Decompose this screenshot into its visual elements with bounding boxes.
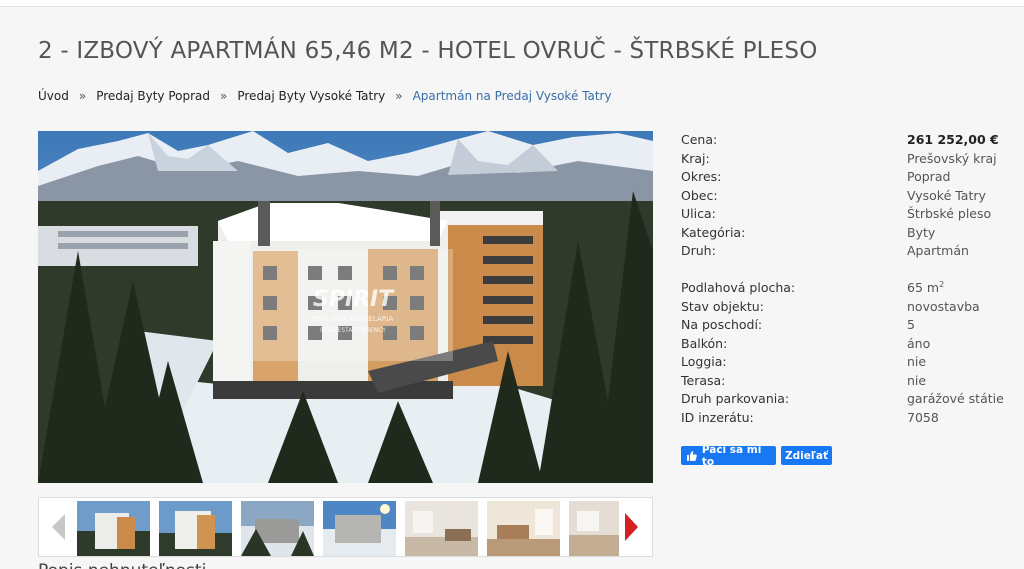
detail-row-district: Okres: Poprad	[681, 169, 1011, 187]
detail-value: Prešovský kraj	[907, 150, 997, 166]
detail-value: 5	[907, 317, 915, 332]
detail-label: Podlahová plocha:	[681, 280, 796, 295]
detail-row-terrace: Terasa: nie	[681, 373, 1011, 391]
detail-value: Apartmán	[907, 243, 969, 258]
main-photo[interactable]: SPIRIT REALITNÁ KANCELÁRIA REAL ESTATE A…	[38, 131, 653, 483]
breadcrumb-current: Apartmán na Predaj Vysoké Tatry	[412, 89, 612, 103]
description-heading: Popis nehnuteľnosti	[38, 561, 206, 569]
detail-value: 7058	[907, 409, 939, 425]
thumbnail[interactable]	[487, 501, 560, 556]
detail-row-area: Podlahová plocha: 65 m2	[681, 280, 1011, 298]
facebook-share-button[interactable]: Zdieľať	[781, 446, 832, 465]
detail-value: Byty	[907, 224, 936, 240]
breadcrumb-separator: »	[395, 89, 403, 103]
detail-label: Loggia:	[681, 354, 727, 369]
thumbnail[interactable]	[77, 501, 150, 556]
detail-row-type: Druh: Apartmán	[681, 243, 1011, 261]
detail-value: nie	[907, 372, 927, 388]
thumbnail[interactable]	[241, 501, 314, 556]
detail-row-condition: Stav objektu: novostavba	[681, 299, 1011, 317]
detail-row-street: Ulica: Štrbské pleso	[681, 206, 1011, 224]
detail-label: Okres:	[681, 169, 722, 184]
detail-value: novostavba	[907, 298, 980, 314]
watermark-line2: REAL ESTATE AGENCY	[320, 327, 386, 334]
breadcrumb: Úvod » Predaj Byty Poprad » Predaj Byty Vyso…	[38, 89, 612, 103]
detail-value: Vysoké Tatry	[907, 187, 986, 203]
detail-label: Kraj:	[681, 150, 710, 166]
detail-label: Ulica:	[681, 206, 716, 221]
detail-label: Obec:	[681, 187, 718, 203]
detail-row-region: Kraj: Prešovský kraj	[681, 151, 1011, 169]
watermark-line1: REALITNÁ KANCELÁRIA	[313, 314, 394, 323]
hotel-photo-image: SPIRIT REALITNÁ KANCELÁRIA REAL ESTATE A…	[38, 131, 653, 483]
page-title: 2 - IZBOVÝ APARTMÁN 65,46 M2 - HOTEL OVR…	[38, 38, 818, 64]
detail-row-price: Cena: 261 252,00 €	[681, 132, 1011, 150]
detail-value: garážové státie	[907, 391, 1004, 406]
detail-label: Balkón:	[681, 335, 728, 351]
detail-label: Terasa:	[681, 372, 726, 388]
next-arrow-icon[interactable]	[618, 510, 644, 544]
detail-row-municipality: Obec: Vysoké Tatry	[681, 188, 1011, 206]
thumbnail[interactable]	[569, 501, 619, 556]
detail-value: áno	[907, 335, 931, 351]
detail-row-balcony: Balkón: áno	[681, 336, 1011, 354]
breadcrumb-vysoke-tatry-link[interactable]: Predaj Byty Vysoké Tatry	[237, 89, 385, 103]
detail-value: nie	[907, 354, 927, 369]
detail-label: Druh:	[681, 243, 716, 258]
detail-row-parking: Druh parkovania: garážové státie	[681, 391, 1011, 409]
breadcrumb-home-link[interactable]: Úvod	[38, 89, 69, 103]
detail-value: 65 m2	[907, 280, 944, 295]
detail-label: Kategória:	[681, 224, 746, 240]
detail-value: Poprad	[907, 169, 951, 184]
thumbnail[interactable]	[159, 501, 232, 556]
prev-arrow-icon[interactable]	[45, 510, 71, 544]
share-label: Zdieľať	[785, 449, 828, 462]
like-label: Páči sa mi to	[701, 443, 762, 468]
detail-value: Štrbské pleso	[907, 206, 992, 221]
price-value: 261 252,00 €	[907, 132, 999, 147]
breadcrumb-separator: »	[220, 89, 228, 103]
thumbnail[interactable]	[323, 501, 396, 556]
thumbs-up-icon	[687, 450, 697, 461]
detail-label: Na poschodí:	[681, 317, 763, 332]
area-value: 65 m	[907, 280, 940, 296]
thumbnail-strip	[38, 497, 653, 557]
breadcrumb-poprad-link[interactable]: Predaj Byty Poprad	[96, 89, 210, 103]
detail-label: ID inzerátu:	[681, 409, 754, 425]
detail-row-listing-id: ID inzerátu: 7058	[681, 410, 1011, 428]
detail-label: Cena:	[681, 132, 718, 147]
detail-row-loggia: Loggia: nie	[681, 354, 1011, 372]
detail-label: Druh parkovania:	[681, 391, 790, 406]
detail-label: Stav objektu:	[681, 298, 764, 314]
facebook-like-button[interactable]: Páči sa mi to	[681, 443, 776, 468]
detail-row-floor: Na poschodí: 5	[681, 317, 1011, 335]
watermark-brand: SPIRIT	[313, 287, 395, 312]
breadcrumb-separator: »	[78, 89, 87, 103]
area-unit-exponent: 2	[939, 280, 945, 289]
thumbnail[interactable]	[405, 501, 478, 556]
detail-row-category: Kategória: Byty	[681, 225, 1011, 243]
